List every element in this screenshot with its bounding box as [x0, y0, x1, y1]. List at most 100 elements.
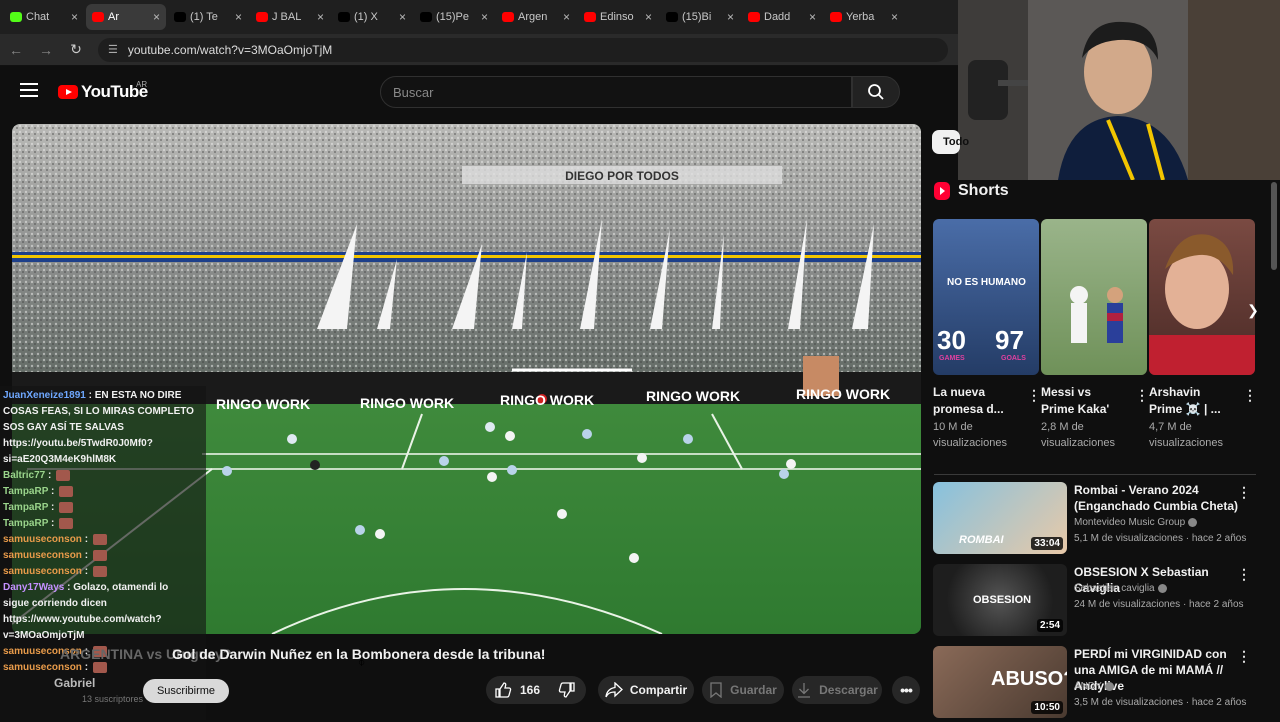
search-input[interactable]: Buscar	[380, 76, 852, 108]
channel-name[interactable]: Gabriel	[54, 676, 95, 690]
close-tab-icon[interactable]: ×	[891, 10, 898, 24]
emote-icon	[59, 485, 74, 497]
browser-tab[interactable]: Edinso ×	[578, 4, 658, 30]
browser-tab[interactable]: Chat ×	[4, 4, 84, 30]
short-menu-icon[interactable]: ⋮	[1027, 387, 1041, 404]
hamburger-menu-icon[interactable]	[20, 83, 38, 97]
stand-banner-text: DIEGO POR TODOS	[565, 169, 679, 183]
short-card[interactable]: Messi vs Prime Kaka' ⋮ 2,8 M de visualiz…	[1041, 219, 1149, 449]
sidebar-divider	[934, 474, 1256, 475]
filter-chip-all[interactable]: Todo	[932, 130, 969, 154]
save-button[interactable]: Guardar	[702, 676, 784, 704]
subscribe-button[interactable]: Suscribirme	[143, 679, 229, 703]
sidebar-scrollbar[interactable]	[1271, 182, 1277, 270]
related-video[interactable]: OBSESION 2:54 OBSESION X Sebastian Cavig…	[933, 564, 1257, 640]
browser-tab[interactable]: Yerba ×	[824, 4, 904, 30]
more-actions-button[interactable]: •••	[892, 676, 920, 704]
short-thumbnail-scene	[1149, 234, 1255, 375]
short-thumbnail[interactable]	[1149, 219, 1255, 375]
x-icon	[338, 12, 350, 22]
shorts-next-chevron-icon[interactable]: ❯	[1242, 302, 1264, 324]
subscriber-count: 13 suscriptores	[82, 694, 144, 704]
tab-title: J BAL	[272, 11, 302, 23]
chat-username: Dany17Ways	[3, 582, 65, 593]
back-arrow-icon[interactable]: ←	[8, 42, 24, 58]
short-menu-icon[interactable]: ⋮	[1135, 387, 1149, 404]
short-card[interactable]: Arshavin Prime ☠️ | ... ⋮ 4,7 M de visua…	[1149, 219, 1257, 449]
related-channel[interactable]: Sebastian caviglia	[1074, 583, 1167, 594]
browser-tab[interactable]: Dadd ×	[742, 4, 822, 30]
tab-title: (15)Bi	[682, 11, 712, 23]
search-button[interactable]	[852, 76, 900, 108]
related-thumbnail[interactable]: ABUSO? 10:50	[933, 646, 1067, 718]
close-tab-icon[interactable]: ×	[71, 10, 78, 24]
close-tab-icon[interactable]: ×	[563, 10, 570, 24]
chat-separator: :	[81, 550, 91, 561]
chat-username: TampaRP	[3, 518, 49, 529]
related-meta: 24 M de visualizaciones · hace 2 años	[1074, 599, 1244, 610]
close-tab-icon[interactable]: ×	[727, 10, 734, 24]
like-button[interactable]: 166	[494, 681, 540, 699]
close-tab-icon[interactable]: ×	[235, 10, 242, 24]
chat-text: sigue corriendo dicen	[3, 598, 107, 609]
related-menu-icon[interactable]: ⋮	[1237, 566, 1251, 583]
shorts-title: Shorts	[958, 182, 1009, 199]
close-tab-icon[interactable]: ×	[399, 10, 406, 24]
emote-icon	[92, 661, 107, 673]
related-video[interactable]: ABUSO? 10:50 PERDÍ mi VIRGINIDAD con una…	[933, 646, 1257, 722]
short-stat-right: 97	[995, 325, 1024, 355]
short-title[interactable]: La nueva promesa d...	[933, 384, 1019, 418]
short-stat-left-label: GAMES	[939, 355, 965, 362]
dislike-button[interactable]	[558, 681, 576, 702]
browser-tab[interactable]: Ar ×	[86, 4, 166, 30]
related-channel[interactable]: Montevideo Music Group	[1074, 517, 1198, 528]
chat-message: Baltric77 :	[3, 468, 203, 484]
close-tab-icon[interactable]: ×	[481, 10, 488, 24]
chat-text: Golazo, otamendi lo	[73, 582, 169, 593]
url-field[interactable]: ☰ youtube.com/watch?v=3MOaOmjoTjM	[98, 37, 948, 62]
stream-chat-overlay: JuanXeneize1891 : EN ESTA NO DIRE COSAS F…	[0, 386, 206, 720]
short-thumbnail[interactable]	[1041, 219, 1147, 375]
share-button[interactable]: Compartir	[598, 676, 694, 704]
related-channel[interactable]: ANDY	[1074, 681, 1114, 692]
related-title[interactable]: Rombai - Verano 2024 (Enganchado Cumbia …	[1074, 482, 1238, 514]
browser-tab[interactable]: Argen ×	[496, 4, 576, 30]
video-duration: 33:04	[1031, 537, 1063, 550]
chat-separator: :	[81, 662, 91, 673]
browser-tab[interactable]: (1) X ×	[332, 4, 412, 30]
tab-title: (15)Pe	[436, 11, 470, 23]
tab-title: (1) X	[354, 11, 378, 23]
short-stat-right-label: GOALS	[1001, 355, 1026, 362]
short-card[interactable]: NO ES HUMANO 30 GAMES 97 GOALS La nueva …	[933, 219, 1041, 449]
close-tab-icon[interactable]: ×	[809, 10, 816, 24]
related-menu-icon[interactable]: ⋮	[1237, 484, 1251, 501]
reload-icon[interactable]: ↻	[68, 41, 84, 58]
x-icon	[174, 12, 186, 22]
browser-tab[interactable]: (1) Te ×	[168, 4, 248, 30]
shorts-icon	[934, 182, 950, 200]
youtube-icon	[830, 12, 842, 22]
ad-banner-3: RINGO WORK	[500, 392, 595, 408]
browser-tab[interactable]: (15)Pe ×	[414, 4, 494, 30]
tab-title: Argen	[518, 11, 548, 23]
related-video[interactable]: ROMBAI 33:04 Rombai - Verano 2024 (Engan…	[933, 482, 1257, 558]
short-title[interactable]: Arshavin Prime ☠️ | ...	[1149, 384, 1235, 418]
close-tab-icon[interactable]: ×	[153, 10, 160, 24]
short-title[interactable]: Messi vs Prime Kaka'	[1041, 384, 1127, 418]
youtube-logo[interactable]: YouTube	[58, 82, 148, 102]
related-thumbnail[interactable]: ROMBAI 33:04	[933, 482, 1067, 554]
related-menu-icon[interactable]: ⋮	[1237, 648, 1251, 665]
download-button[interactable]: Descargar	[792, 676, 882, 704]
browser-tab[interactable]: (15)Bi ×	[660, 4, 740, 30]
youtube-icon	[584, 12, 596, 22]
close-tab-icon[interactable]: ×	[317, 10, 324, 24]
site-info-icon[interactable]: ☰	[108, 43, 118, 56]
close-tab-icon[interactable]: ×	[645, 10, 652, 24]
chat-message: sigue corriendo dicen	[3, 596, 203, 612]
short-thumbnail[interactable]: NO ES HUMANO 30 GAMES 97 GOALS	[933, 219, 1039, 375]
ad-banner-1: RINGO WORK	[216, 396, 311, 412]
short-menu-icon[interactable]: ⋮	[1243, 387, 1257, 404]
related-thumbnail[interactable]: OBSESION 2:54	[933, 564, 1067, 636]
forward-arrow-icon[interactable]: →	[38, 42, 54, 58]
browser-tab[interactable]: J BAL ×	[250, 4, 330, 30]
